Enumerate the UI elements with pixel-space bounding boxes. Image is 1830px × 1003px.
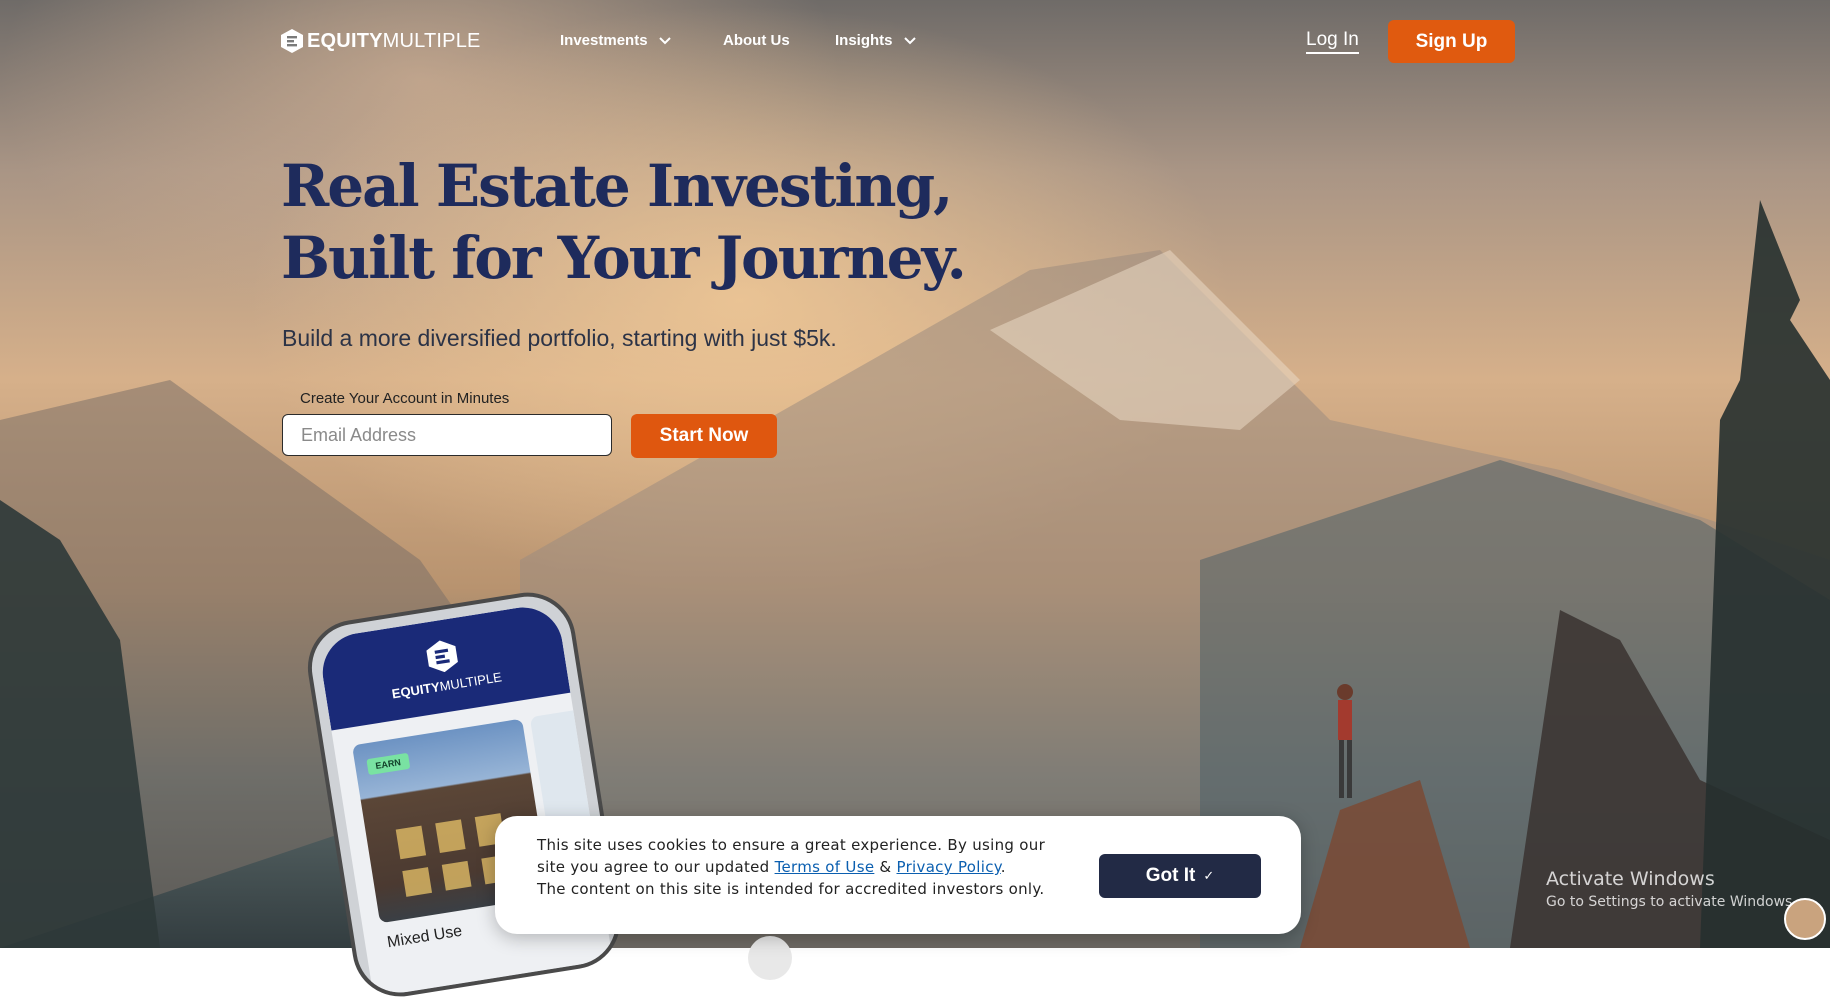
email-field-label: Create Your Account in Minutes [300, 390, 510, 407]
nav-insights-label: Insights [835, 32, 893, 49]
start-now-button[interactable]: Start Now [631, 414, 777, 458]
mountain-landscape [0, 200, 1830, 948]
chevron-down-icon [658, 37, 671, 45]
nav-investments[interactable]: Investments [560, 32, 672, 49]
got-it-button[interactable]: Got It ✓ [1099, 854, 1261, 898]
phone-screen: EQUITYMULTIPLE EARN Mixed Use [317, 601, 613, 998]
login-link[interactable]: Log In [1306, 29, 1359, 54]
accredited-investors-notice: The content on this site is intended for… [537, 880, 1045, 898]
hero-headline-line1: Real Estate Investing, [281, 152, 953, 220]
watermark-title: Activate Windows [1546, 868, 1715, 890]
cookie-text-period: . [1000, 858, 1006, 876]
privacy-policy-link[interactable]: Privacy Policy [897, 858, 1001, 876]
cookie-banner: This site uses cookies to ensure a great… [495, 816, 1301, 934]
carousel-indicator[interactable] [748, 936, 792, 980]
chat-launcher-button[interactable] [1784, 898, 1826, 940]
email-field[interactable] [282, 414, 612, 456]
hero-headline-line2: Built for Your Journey. [281, 224, 967, 292]
hero-subtitle: Build a more diversified portfolio, star… [282, 325, 837, 351]
phone-app-header: EQUITYMULTIPLE [317, 601, 571, 731]
nav-about-us[interactable]: About Us [723, 32, 790, 49]
phone-brand-wordmark: EQUITYMULTIPLE [390, 668, 503, 702]
hero-headline: Real Estate Investing, Built for Your Jo… [281, 150, 967, 294]
nav-investments-label: Investments [560, 32, 648, 49]
windows-activation-watermark: Activate Windows Go to Settings to activ… [1546, 868, 1797, 910]
brand-wordmark: EQUITYMULTIPLE [307, 29, 481, 52]
checkmark-icon: ✓ [1203, 868, 1215, 883]
cookie-text-amp: & [874, 858, 897, 876]
phone-frame: EQUITYMULTIPLE EARN Mixed Use [301, 585, 628, 1003]
watermark-subtitle: Go to Settings to activate Windows. [1546, 894, 1797, 910]
equitymultiple-logo-icon [281, 29, 303, 53]
signup-button[interactable]: Sign Up [1388, 20, 1515, 63]
cookie-message: This site uses cookies to ensure a great… [537, 834, 1077, 900]
chevron-down-icon [903, 37, 916, 45]
nav-insights[interactable]: Insights [835, 32, 917, 49]
hero-background [0, 0, 1830, 948]
earn-badge: EARN [366, 752, 410, 776]
top-navigation: EQUITYMULTIPLE Investments About Us Insi… [0, 0, 1830, 84]
nav-about-us-label: About Us [723, 32, 790, 49]
terms-of-use-link[interactable]: Terms of Use [775, 858, 875, 876]
brand-logo[interactable]: EQUITYMULTIPLE [281, 29, 481, 53]
got-it-label: Got It [1145, 865, 1196, 886]
equitymultiple-logo-icon [426, 639, 458, 672]
